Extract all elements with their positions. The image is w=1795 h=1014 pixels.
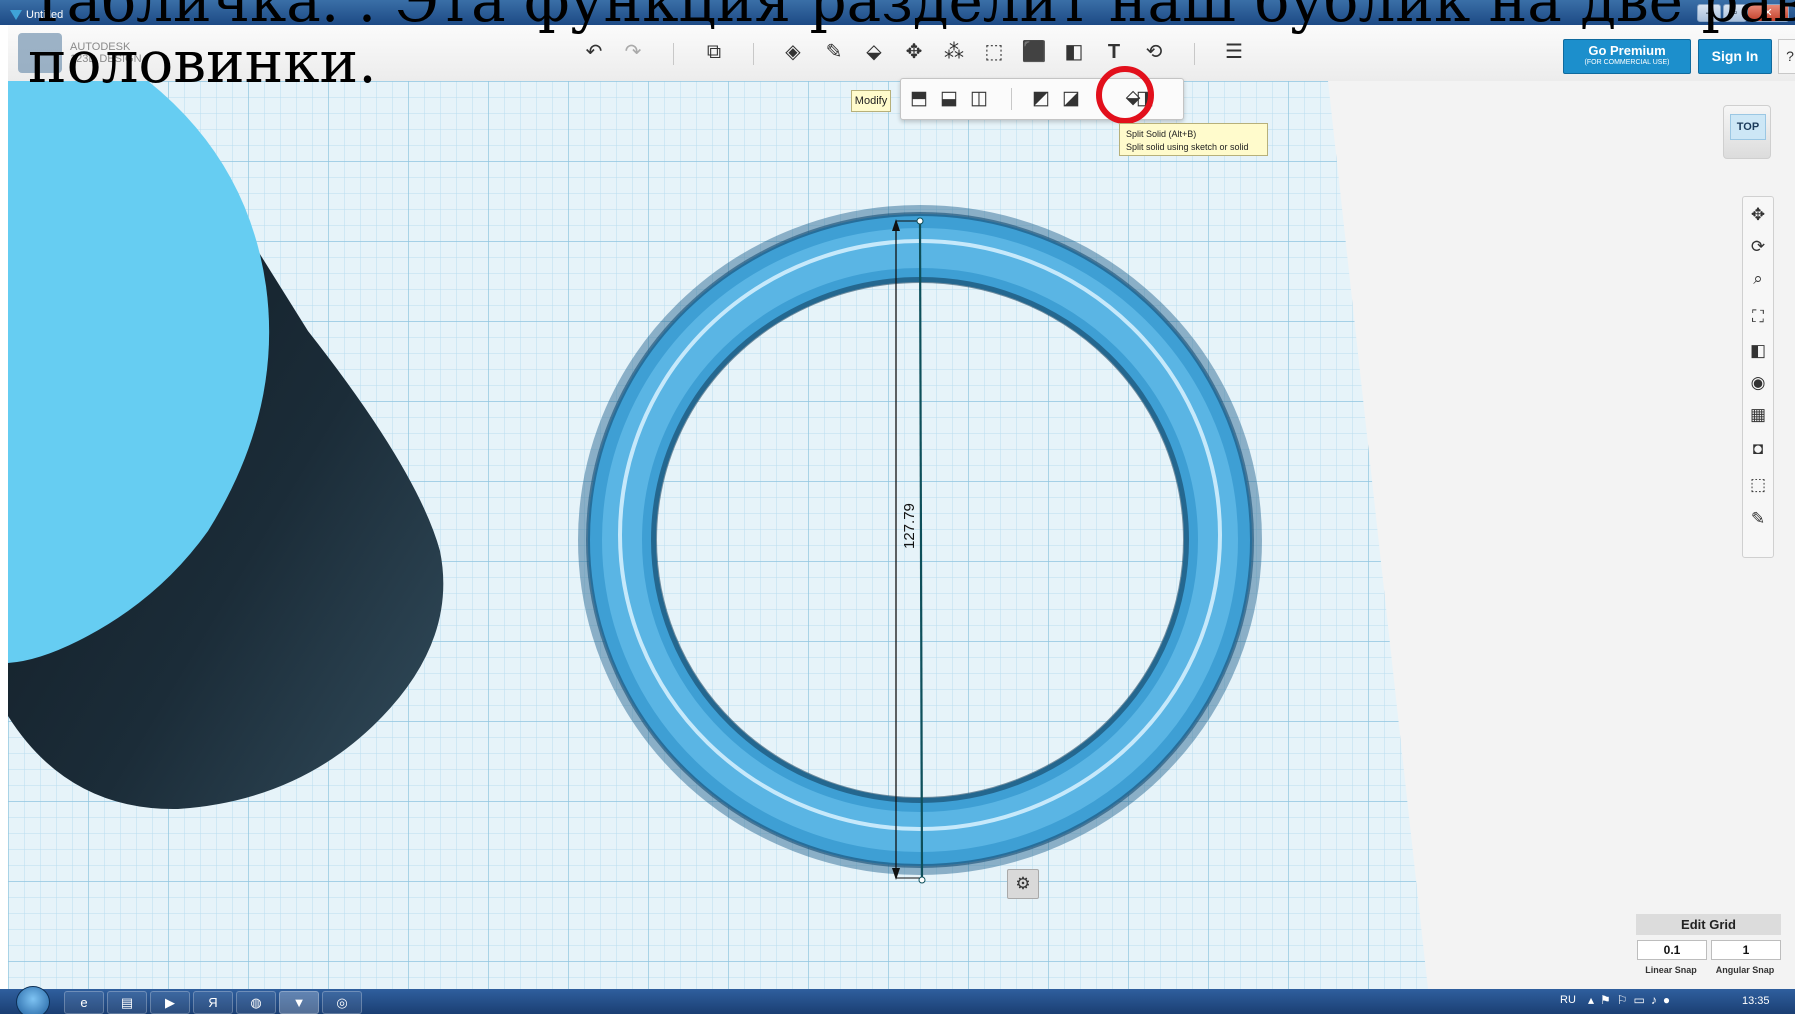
visibility-eye-icon[interactable]: ◉ (1746, 371, 1770, 395)
tooltip-title: Split Solid (Alt+B) (1126, 129, 1197, 139)
new-object-icon[interactable]: ⧉ (701, 39, 727, 65)
linear-snap-label: Linear Snap (1645, 965, 1697, 975)
explorer-taskbar-icon[interactable]: ▤ (107, 991, 147, 1014)
fillet-icon[interactable]: ◩ (1029, 87, 1053, 111)
edit-grid-title[interactable]: Edit Grid (1636, 914, 1781, 935)
primitives-icon[interactable]: ◈ (780, 39, 806, 65)
outline-icon[interactable]: ✎ (1746, 507, 1770, 531)
caption-line-1: Табличка. . Эта функция разделит наш буб… (28, 0, 1795, 35)
pattern-icon[interactable]: ⁂ (941, 39, 967, 65)
toolbar-separator (673, 43, 674, 65)
windows-taskbar: e ▤ ▶ Я ◍ ▼ ◎ RU ▴⚑⚐▭♪● 13:35 (0, 986, 1795, 1014)
grid-toggle-icon[interactable]: ▦ (1746, 403, 1770, 427)
modify-icon[interactable]: ✥ (901, 39, 927, 65)
materials-icon[interactable]: ⬚ (1746, 473, 1770, 497)
view-icon[interactable]: ◧ (1746, 339, 1770, 363)
angular-snap-input[interactable]: 1 (1711, 940, 1781, 960)
orbit-icon[interactable]: ⟳ (1746, 235, 1770, 259)
tweak-icon[interactable]: ⬓ (937, 87, 961, 111)
3d-viewport[interactable]: 127.79 (8, 81, 1795, 989)
snap-icon[interactable]: ⟲ (1141, 39, 1167, 65)
help-button[interactable]: ? (1778, 39, 1795, 74)
split-solid-icon[interactable]: ⬙ (1121, 86, 1145, 110)
view-cube-top-face[interactable]: TOP (1730, 114, 1766, 140)
sign-in-button[interactable]: Sign In (1698, 39, 1772, 74)
tooltip-text: Split solid using sketch or solid (1126, 142, 1249, 152)
go-premium-sublabel: (FOR COMMERCIAL USE) (1584, 59, 1670, 66)
modify-label: Modify (851, 90, 891, 112)
pan-icon[interactable]: ✥ (1746, 203, 1770, 227)
zoom-icon[interactable]: ⌕ (1746, 267, 1770, 291)
start-button[interactable] (16, 986, 50, 1014)
screenshot: Untitled – ▫ ✕ AUTODESK 123D DESIGN ↶ ↷ … (0, 0, 1795, 1014)
press-pull-icon[interactable]: ⬒ (907, 87, 931, 111)
app-taskbar-icon[interactable]: ◎ (322, 991, 362, 1014)
text-icon[interactable]: T (1101, 39, 1127, 65)
split-solid-tooltip: Split Solid (Alt+B) Split solid using sk… (1119, 123, 1268, 156)
edit-grid-panel: Edit Grid 0.1 1 Linear Snap Angular Snap (1636, 914, 1781, 978)
settings-gear-icon[interactable]: ⚙ (1007, 869, 1039, 899)
toolbar-separator (1194, 43, 1195, 65)
measure-icon[interactable]: ◧ (1061, 39, 1087, 65)
ie-taskbar-icon[interactable]: e (64, 991, 104, 1014)
dimension-value: 127.79 (901, 503, 918, 549)
camera-icon[interactable]: ◘ (1746, 437, 1770, 461)
app-logo-icon (10, 10, 22, 20)
redo-icon[interactable]: ↷ (620, 39, 646, 65)
linear-snap-input[interactable]: 0.1 (1637, 940, 1707, 960)
view-cube[interactable]: TOP (1723, 105, 1771, 159)
123d-design-taskbar-icon[interactable]: ▼ (279, 991, 319, 1014)
media-player-taskbar-icon[interactable]: ▶ (150, 991, 190, 1014)
toolbar-separator (753, 43, 754, 65)
chrome-taskbar-icon[interactable]: ◍ (236, 991, 276, 1014)
taskbar-clock[interactable]: 13:35 (1742, 995, 1770, 1007)
system-tray-icons[interactable]: ▴⚑⚐▭♪● (1588, 993, 1676, 1007)
angular-snap-label: Angular Snap (1715, 965, 1775, 975)
scene-canvas: 127.79 (8, 81, 1795, 989)
caption-line-2: половинки. (28, 28, 377, 96)
fit-icon[interactable]: ⛶ (1746, 305, 1770, 329)
yandex-taskbar-icon[interactable]: Я (193, 991, 233, 1014)
material-icon[interactable]: ☰ (1221, 39, 1247, 65)
undo-icon[interactable]: ↶ (581, 39, 607, 65)
flyout-separator (1011, 88, 1012, 110)
extrude-icon[interactable]: ◫ (967, 87, 991, 111)
combine-icon[interactable]: ⬛ (1021, 39, 1047, 65)
sketch-icon[interactable]: ✎ (821, 39, 847, 65)
go-premium-label: Go Premium (1588, 43, 1666, 58)
construct-icon[interactable]: ⬙ (861, 39, 887, 65)
go-premium-button[interactable]: Go Premium (FOR COMMERCIAL USE) (1563, 39, 1691, 74)
chamfer-icon[interactable]: ◪ (1059, 87, 1083, 111)
grouping-icon[interactable]: ⬚ (981, 39, 1007, 65)
language-indicator[interactable]: RU (1560, 994, 1576, 1006)
navigation-bar: ✥ ⟳ ⌕ ⛶ ◧ ◉ ▦ ◘ ⬚ ✎ (1742, 196, 1774, 558)
